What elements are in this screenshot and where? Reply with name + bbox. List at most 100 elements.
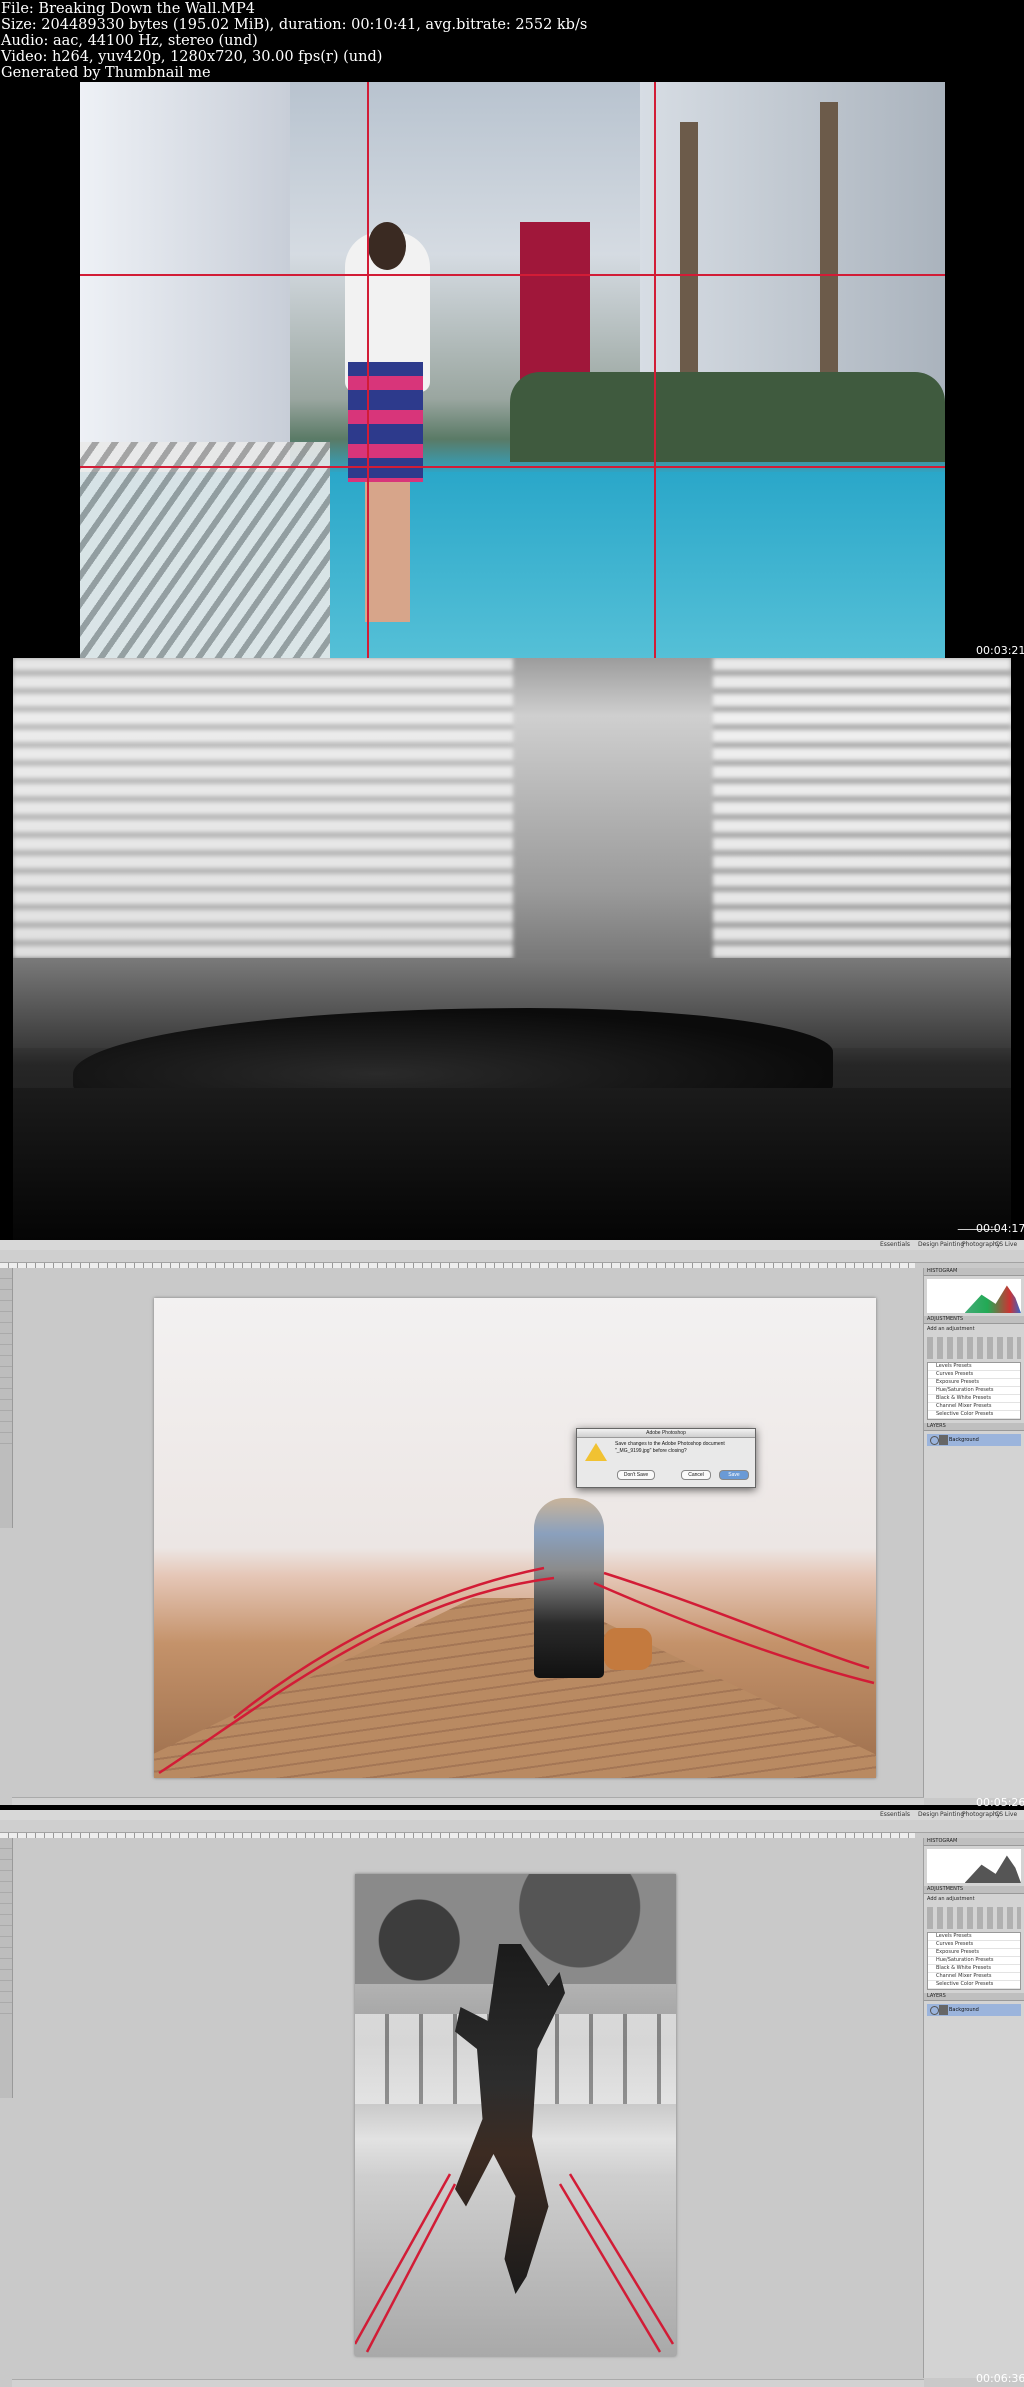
tab-layers[interactable]: LAYERS — [924, 1993, 1024, 2001]
dont-save-button[interactable]: Don't Save — [617, 1470, 655, 1480]
tool-icon[interactable] — [0, 1981, 12, 1992]
timestamp: 00:05:26 — [976, 1796, 1024, 1809]
preset-item[interactable]: Channel Mixer Presets — [928, 1403, 1020, 1411]
tool-icon[interactable] — [0, 1433, 12, 1444]
lounge-chairs — [80, 442, 330, 658]
tool-icon[interactable] — [0, 1882, 12, 1893]
toolbox — [0, 1268, 13, 1528]
preset-item[interactable]: Selective Color Presets — [928, 1411, 1020, 1419]
adjustment-presets-list: Levels Presets Curves Presets Exposure P… — [927, 1932, 1021, 1990]
leading-line — [568, 2173, 675, 2345]
tool-icon[interactable] — [0, 1279, 12, 1290]
adjustment-icons[interactable] — [927, 1907, 1021, 1929]
preset-item[interactable]: Curves Presets — [928, 1371, 1020, 1379]
thirds-line-vertical — [654, 82, 656, 658]
timestamp: 00:04:17 — [976, 1222, 1024, 1235]
menu-item[interactable]: Design — [918, 1811, 939, 1819]
preset-item[interactable]: Hue/Saturation Presets — [928, 1957, 1020, 1965]
tab-layers[interactable]: LAYERS — [924, 1423, 1024, 1431]
preset-item[interactable]: Levels Presets — [928, 1363, 1020, 1371]
options-bar — [0, 1250, 1024, 1263]
adjustments-header: Add an adjustment — [927, 1326, 975, 1332]
tool-icon[interactable] — [0, 1948, 12, 1959]
thumbnail-frame-4: Essentials Design Painting Photography C… — [0, 1810, 1024, 2387]
thumbnail-frame-1 — [80, 82, 945, 658]
thirds-line-horizontal — [80, 274, 945, 276]
cs-live-button[interactable]: CS Live — [995, 1241, 1017, 1249]
tool-icon[interactable] — [0, 1367, 12, 1378]
save-button[interactable]: Save — [719, 1470, 749, 1480]
tool-icon[interactable] — [0, 1378, 12, 1389]
tool-icon[interactable] — [0, 1926, 12, 1937]
histogram — [927, 1849, 1021, 1883]
tab-histogram[interactable]: HISTOGRAM — [924, 1838, 1024, 1846]
menu-item[interactable]: Essentials — [880, 1811, 910, 1819]
audio-info: Audio: aac, 44100 Hz, stereo (und) — [1, 33, 258, 49]
document-canvas[interactable] — [355, 1874, 676, 2356]
cs-live-button[interactable]: CS Live — [995, 1811, 1017, 1819]
right-panel: HISTOGRAM ADJUSTMENTS Add an adjustment … — [923, 1838, 1024, 2378]
tool-icon[interactable] — [0, 1915, 12, 1926]
tool-icon[interactable] — [0, 1312, 12, 1323]
tool-icon[interactable] — [0, 1290, 12, 1301]
window-blinds — [713, 658, 1011, 958]
tool-icon[interactable] — [0, 1970, 12, 1981]
menu-item[interactable]: Essentials — [880, 1241, 910, 1249]
preset-item[interactable]: Curves Presets — [928, 1941, 1020, 1949]
menu-item[interactable]: Design — [918, 1241, 939, 1249]
preset-item[interactable]: Black & White Presets — [928, 1395, 1020, 1403]
preset-item[interactable]: Exposure Presets — [928, 1379, 1020, 1387]
preset-item[interactable]: Selective Color Presets — [928, 1981, 1020, 1989]
leading-lines-overlay — [158, 1566, 875, 1775]
tool-icon[interactable] — [0, 1301, 12, 1312]
preset-item[interactable]: Exposure Presets — [928, 1949, 1020, 1957]
tool-icon[interactable] — [0, 1860, 12, 1871]
ruler — [0, 1833, 915, 1838]
building — [80, 82, 290, 502]
tool-icon[interactable] — [0, 1904, 12, 1915]
tab-adjustments[interactable]: ADJUSTMENTS — [924, 1316, 1024, 1324]
tool-icon[interactable] — [0, 1268, 12, 1279]
leading-line — [603, 1571, 870, 1670]
tool-icon[interactable] — [0, 1411, 12, 1422]
timestamp: 00:06:36 — [976, 2372, 1024, 2385]
tool-icon[interactable] — [0, 1838, 12, 1849]
tool-icon[interactable] — [0, 1323, 12, 1334]
tool-icon[interactable] — [0, 1334, 12, 1345]
tool-icon[interactable] — [0, 1937, 12, 1948]
tool-icon[interactable] — [0, 1959, 12, 1970]
status-bar — [12, 2379, 924, 2387]
cancel-button[interactable]: Cancel — [681, 1470, 711, 1480]
menu-item[interactable]: Painting — [940, 1241, 964, 1249]
tool-icon[interactable] — [0, 1871, 12, 1882]
tool-icon[interactable] — [0, 1849, 12, 1860]
menu-item[interactable]: Painting — [940, 1811, 964, 1819]
tab-histogram[interactable]: HISTOGRAM — [924, 1268, 1024, 1276]
tool-icon[interactable] — [0, 1356, 12, 1367]
tool-icon[interactable] — [0, 1422, 12, 1433]
tool-icon[interactable] — [0, 1992, 12, 2003]
layer-row[interactable]: Background — [927, 1434, 1021, 1446]
adjustment-presets-list: Levels Presets Curves Presets Exposure P… — [927, 1362, 1021, 1420]
tool-icon[interactable] — [0, 1345, 12, 1356]
thumbnail-frame-3: Essentials Design Painting Photography C… — [0, 1240, 1024, 1805]
tool-icon[interactable] — [0, 1389, 12, 1400]
model-head — [368, 222, 406, 270]
tool-icon[interactable] — [0, 1893, 12, 1904]
preset-item[interactable]: Channel Mixer Presets — [928, 1973, 1020, 1981]
preset-item[interactable]: Black & White Presets — [928, 1965, 1020, 1973]
tab-adjustments[interactable]: ADJUSTMENTS — [924, 1886, 1024, 1894]
tool-icon[interactable] — [0, 2003, 12, 2014]
document-canvas[interactable]: Adobe Photoshop Save changes to the Adob… — [154, 1298, 876, 1778]
video-info: Video: h264, yuv420p, 1280x720, 30.00 fp… — [1, 49, 383, 65]
hedge — [510, 372, 945, 462]
preset-item[interactable]: Levels Presets — [928, 1933, 1020, 1941]
leading-lines-overlay — [355, 2173, 675, 2353]
leading-line — [593, 1581, 875, 1685]
layer-row[interactable]: Background — [927, 2004, 1021, 2016]
tool-icon[interactable] — [0, 1400, 12, 1411]
status-bar — [12, 1797, 924, 1805]
preset-item[interactable]: Hue/Saturation Presets — [928, 1387, 1020, 1395]
adjustment-icons[interactable] — [927, 1337, 1021, 1359]
model-skirt — [348, 362, 423, 482]
